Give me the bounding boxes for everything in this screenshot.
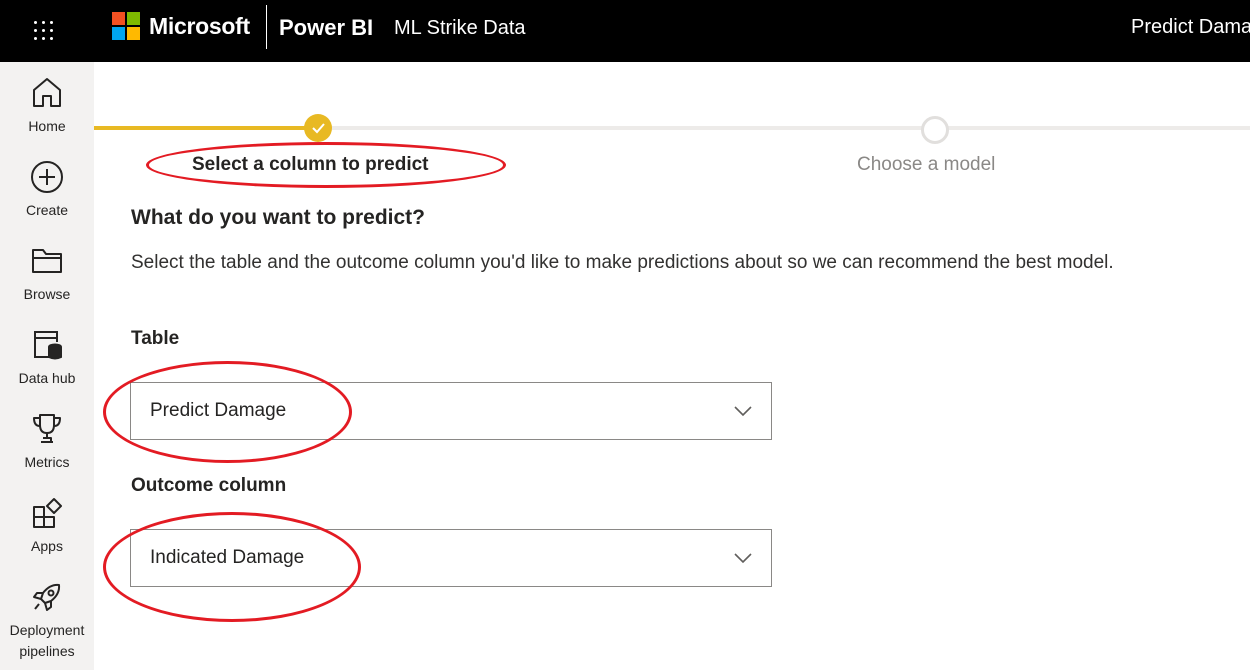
- step-label-select-column[interactable]: Select a column to predict: [192, 154, 429, 176]
- page-heading: What do you want to predict?: [131, 206, 425, 229]
- outcome-dropdown-value: Indicated Damage: [150, 547, 305, 568]
- plus-circle-icon: [31, 161, 63, 193]
- item-title[interactable]: Predict Dama: [1131, 16, 1250, 39]
- left-navigation: Home Create Browse Data hub Metrics Apps…: [0, 62, 94, 670]
- step-pending-indicator: [921, 116, 949, 144]
- nav-item-home[interactable]: Home: [0, 76, 94, 136]
- table-field-label: Table: [131, 328, 180, 349]
- nav-label: Home: [28, 118, 66, 134]
- brand-name[interactable]: Microsoft: [149, 13, 250, 40]
- folder-icon: [32, 249, 62, 273]
- app-launcher-icon[interactable]: [26, 13, 60, 47]
- stepper-progress: [94, 126, 318, 130]
- nav-label: Browse: [23, 286, 71, 302]
- microsoft-logo-icon: [112, 12, 142, 42]
- product-name[interactable]: Power BI: [279, 15, 373, 41]
- nav-item-data-hub[interactable]: Data hub: [0, 328, 94, 388]
- chevron-down-icon: [734, 406, 752, 417]
- data-hub-icon: [34, 331, 62, 360]
- checkmark-icon: [312, 123, 325, 134]
- header-divider: [266, 5, 267, 49]
- outcome-field-label: Outcome column: [131, 475, 287, 496]
- nav-item-metrics[interactable]: Metrics: [0, 412, 94, 472]
- nav-label: Deployment pipelines: [9, 622, 85, 659]
- rocket-icon: [33, 583, 61, 611]
- outcome-column-dropdown[interactable]: Indicated Damage: [130, 529, 772, 587]
- step-complete-indicator: [304, 114, 332, 142]
- apps-icon: [33, 498, 62, 528]
- nav-item-create[interactable]: Create: [0, 160, 94, 220]
- nav-label: Data hub: [18, 370, 76, 386]
- nav-item-browse[interactable]: Browse: [0, 244, 94, 304]
- step-label-choose-model[interactable]: Choose a model: [857, 154, 995, 176]
- chevron-down-icon: [734, 553, 752, 564]
- nav-item-apps[interactable]: Apps: [0, 496, 94, 556]
- nav-item-deployment-pipelines[interactable]: Deployment pipelines: [0, 580, 94, 662]
- home-icon: [33, 78, 61, 107]
- nav-label: Create: [25, 202, 69, 218]
- table-dropdown-value: Predict Damage: [150, 400, 287, 421]
- nav-label: Metrics: [24, 454, 70, 470]
- trophy-icon: [33, 414, 61, 443]
- top-bar: Microsoft Power BI ML Strike Data Predic…: [0, 0, 1250, 62]
- table-dropdown[interactable]: Predict Damage: [130, 382, 772, 440]
- workspace-name[interactable]: ML Strike Data: [394, 17, 526, 40]
- page-description: Select the table and the outcome column …: [131, 252, 1114, 273]
- nav-label: Apps: [31, 538, 63, 554]
